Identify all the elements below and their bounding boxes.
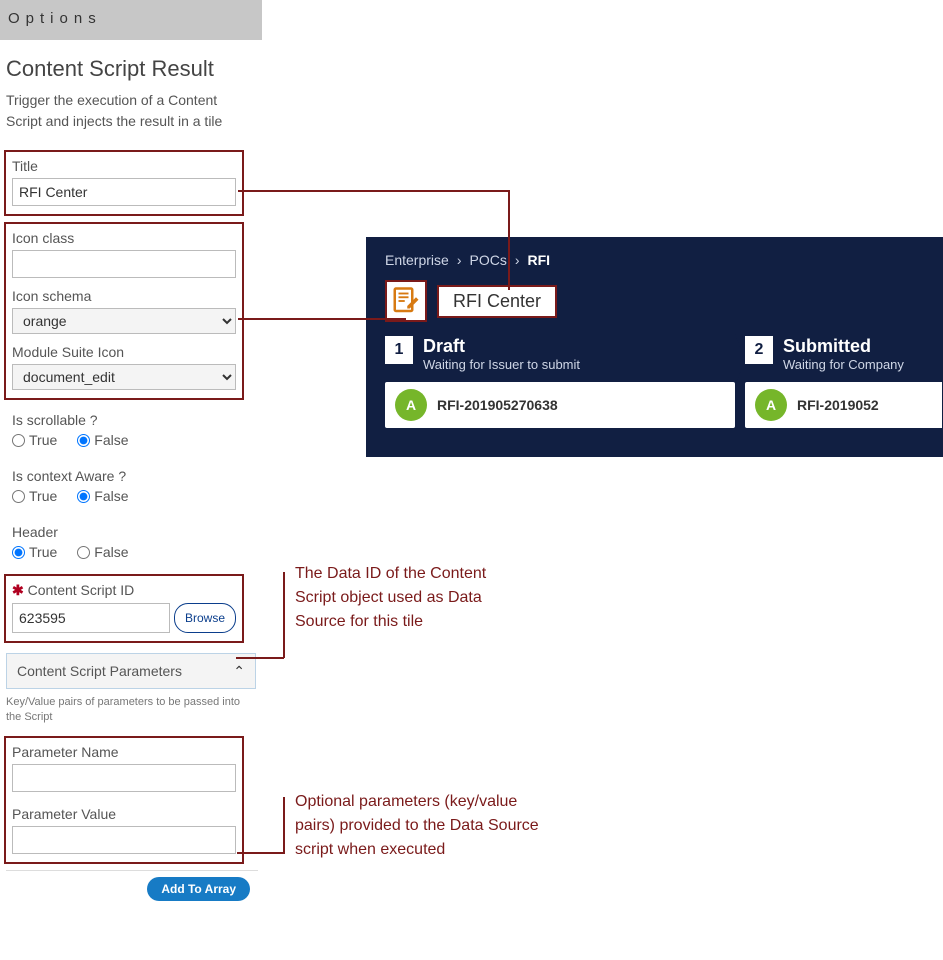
scrollable-true-radio[interactable] xyxy=(12,434,25,447)
title-label: Title xyxy=(12,158,236,174)
avatar: A xyxy=(395,389,427,421)
workflow-stages: 1 Draft Waiting for Issuer to submit A R… xyxy=(385,334,924,428)
header-true-radio[interactable] xyxy=(12,546,25,559)
page-title: RFI Center xyxy=(453,291,541,312)
rfi-id: RFI-2019052 xyxy=(797,397,879,413)
divider xyxy=(6,870,258,871)
stage-subtitle: Waiting for Issuer to submit xyxy=(423,357,580,372)
moduleicon-select[interactable]: document_edit xyxy=(12,364,236,390)
avatar: A xyxy=(755,389,787,421)
connector-line xyxy=(238,318,406,320)
rfi-card[interactable]: A RFI-201905270638 xyxy=(385,382,735,428)
context-false-radio[interactable] xyxy=(77,490,90,503)
header-false[interactable]: False xyxy=(77,544,128,560)
browse-button[interactable]: Browse xyxy=(174,603,236,633)
annotation-params: Optional parameters (key/value pairs) pr… xyxy=(295,790,545,862)
rfi-card[interactable]: A RFI-2019052 xyxy=(745,382,943,428)
page-title-card: RFI Center xyxy=(437,285,557,318)
annotation-csid: The Data ID of the Content Script object… xyxy=(295,562,525,634)
false-label: False xyxy=(94,544,128,560)
pvalue-input[interactable] xyxy=(12,826,236,854)
accordion-label: Content Script Parameters xyxy=(17,663,182,679)
params-hint: Key/Value pairs of parameters to be pass… xyxy=(6,695,256,726)
csid-label: ✱ Content Script ID xyxy=(12,582,236,599)
options-panel: Content Script Result Trigger the execut… xyxy=(0,40,262,901)
context-true[interactable]: True xyxy=(12,488,57,504)
breadcrumb-item-active[interactable]: RFI xyxy=(528,252,551,268)
title-field-group: Title xyxy=(4,150,244,216)
scrollable-group: Is scrollable ? True False xyxy=(6,406,256,456)
required-asterisk-icon: ✱ xyxy=(12,582,24,598)
false-label: False xyxy=(94,432,128,448)
document-edit-icon xyxy=(391,286,421,316)
context-false[interactable]: False xyxy=(77,488,128,504)
title-input[interactable] xyxy=(12,178,236,206)
options-header: Options xyxy=(0,0,262,40)
stage-subtitle: Waiting for Company xyxy=(783,357,904,372)
header-group: Header True False xyxy=(6,518,256,568)
connector-line xyxy=(508,190,510,290)
stage-title: Submitted xyxy=(783,336,904,357)
csid-label-text: Content Script ID xyxy=(28,582,135,598)
true-label: True xyxy=(29,488,57,504)
icon-field-group: Icon class Icon schema orange Module Sui… xyxy=(4,222,244,400)
breadcrumb: Enterprise › POCs › RFI xyxy=(385,252,924,268)
header-false-radio[interactable] xyxy=(77,546,90,559)
false-label: False xyxy=(94,488,128,504)
stage-number: 2 xyxy=(745,336,773,364)
scrollable-true[interactable]: True xyxy=(12,432,57,448)
scrollable-false-radio[interactable] xyxy=(77,434,90,447)
connector-line xyxy=(238,190,510,192)
stage-title: Draft xyxy=(423,336,580,357)
iconschema-label: Icon schema xyxy=(12,288,236,304)
header-label: Header xyxy=(12,524,250,540)
section-title: Content Script Result xyxy=(6,56,256,82)
pname-label: Parameter Name xyxy=(12,744,236,760)
connector-line xyxy=(283,797,285,854)
preview-panel: Enterprise › POCs › RFI RFI Center xyxy=(366,237,943,457)
stage-number: 1 xyxy=(385,336,413,364)
scrollable-label: Is scrollable ? xyxy=(12,412,250,428)
pvalue-label: Parameter Value xyxy=(12,806,236,822)
true-label: True xyxy=(29,432,57,448)
params-group: Parameter Name Parameter Value xyxy=(4,736,244,864)
csid-group: ✱ Content Script ID Browse xyxy=(4,574,244,643)
breadcrumb-item[interactable]: POCs xyxy=(469,252,506,268)
csid-input[interactable] xyxy=(12,603,170,633)
connector-line xyxy=(237,852,283,854)
stage-submitted: 2 Submitted Waiting for Company A RFI-20… xyxy=(745,334,943,428)
iconclass-input[interactable] xyxy=(12,250,236,278)
connector-line xyxy=(283,572,285,658)
iconschema-select[interactable]: orange xyxy=(12,308,236,334)
pname-input[interactable] xyxy=(12,764,236,792)
page-icon-card xyxy=(385,280,427,322)
chevron-up-icon: ⌃ xyxy=(233,663,245,680)
context-group: Is context Aware ? True False xyxy=(6,462,256,512)
stage-draft: 1 Draft Waiting for Issuer to submit A R… xyxy=(385,334,735,428)
chevron-right-icon: › xyxy=(515,252,520,268)
context-true-radio[interactable] xyxy=(12,490,25,503)
iconclass-label: Icon class xyxy=(12,230,236,246)
true-label: True xyxy=(29,544,57,560)
header-true[interactable]: True xyxy=(12,544,57,560)
moduleicon-label: Module Suite Icon xyxy=(12,344,236,360)
context-label: Is context Aware ? xyxy=(12,468,250,484)
connector-line xyxy=(236,657,284,659)
params-accordion[interactable]: Content Script Parameters ⌃ xyxy=(6,653,256,689)
scrollable-false[interactable]: False xyxy=(77,432,128,448)
breadcrumb-item[interactable]: Enterprise xyxy=(385,252,449,268)
section-description: Trigger the execution of a Content Scrip… xyxy=(6,90,256,132)
add-to-array-button[interactable]: Add To Array xyxy=(147,877,250,901)
rfi-id: RFI-201905270638 xyxy=(437,397,558,413)
chevron-right-icon: › xyxy=(457,252,462,268)
